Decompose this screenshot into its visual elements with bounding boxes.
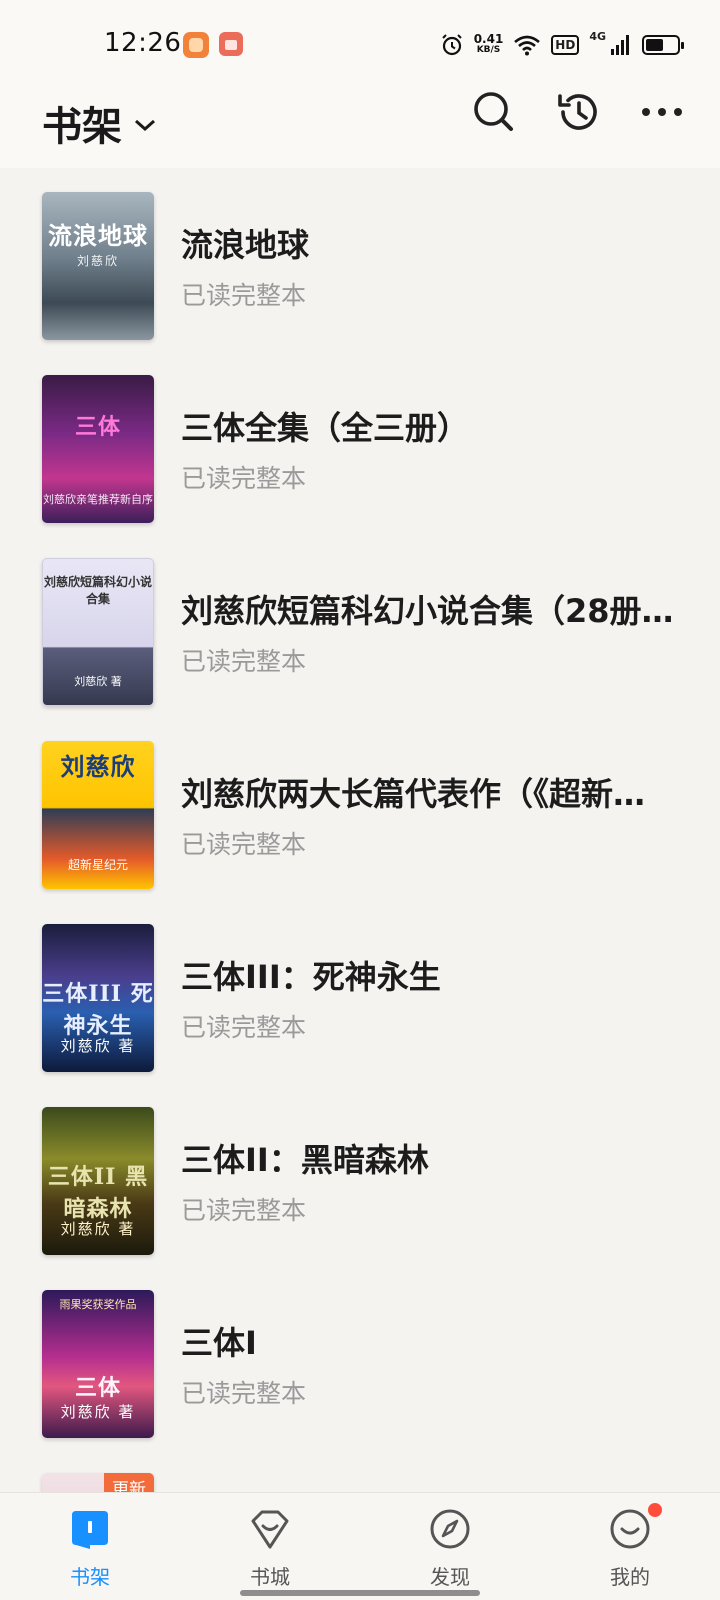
book-status: 已读完整本 [181, 647, 307, 676]
cover-author: 刘慈欣 著 [60, 1037, 136, 1055]
page-title: 书架 [42, 104, 122, 150]
status-bar: 12:26 0.41 KB/S HD 4G [0, 0, 720, 80]
tab-bookshelf[interactable]: 书架 [30, 1493, 150, 1600]
cover-author: 刘慈欣 [76, 254, 119, 268]
cover-award-text: 雨果奖获奖作品 [59, 1298, 137, 1311]
search-icon[interactable] [470, 88, 518, 136]
net-speed-value: 0.41 [473, 32, 504, 46]
book-cover: 刘慈欣 超新星纪元 [42, 741, 154, 889]
book-item[interactable]: 雨果奖获奖作品 三体 刘慈欣 著 三体I 已读完整本 [0, 1266, 720, 1449]
book-title: 三体全集（全三册） [181, 409, 470, 447]
alarm-icon [441, 34, 462, 56]
cover-author: 刘慈欣 著 [74, 675, 122, 688]
battery-icon [642, 35, 684, 55]
book-cover: 三体II 黑暗森林 刘慈欣 著 [42, 1107, 154, 1255]
more-icon[interactable] [638, 88, 686, 136]
tab-bookstore[interactable]: 书城 [210, 1493, 330, 1600]
discover-compass-icon [430, 1509, 470, 1549]
signal-icon [611, 35, 629, 55]
hd-badge: HD [551, 35, 580, 55]
book-cover: 更新 [42, 1473, 154, 1492]
cover-author: 刘慈欣亲笔推荐新自序 [43, 493, 153, 506]
book-item[interactable]: 刘慈欣短篇科幻小说合集 刘慈欣 著 刘慈欣短篇科幻小说合集（28册… 已读完整本 [0, 534, 720, 717]
cover-title: 流浪地球 [48, 221, 148, 250]
book-title: 刘慈欣短篇科幻小说合集（28册… [181, 592, 674, 630]
book-item[interactable]: 三体II 黑暗森林 刘慈欣 著 三体II：黑暗森林 已读完整本 [0, 1083, 720, 1266]
bottom-navigation: 书架 书城 发现 我的 [0, 1492, 720, 1600]
cover-title: 三体II 黑暗森林 [47, 1164, 149, 1222]
book-title: 流浪地球 [181, 226, 310, 264]
status-time: 12:26 [104, 28, 182, 58]
book-cover: 三体III 死神永生 刘慈欣 著 [42, 924, 154, 1072]
cover-author: 刘慈欣 著 [60, 1220, 136, 1238]
book-title: 三体III：死神永生 [181, 958, 441, 996]
book-item-partial[interactable]: 更新 [0, 1449, 720, 1492]
cover-title: 刘慈欣 [60, 752, 136, 781]
tab-label: 发现 [430, 1565, 470, 1589]
net-speed: 0.41 KB/S [473, 32, 504, 56]
book-cover: 雨果奖获奖作品 三体 刘慈欣 著 [42, 1290, 154, 1438]
book-item[interactable]: 流浪地球 刘慈欣 流浪地球 已读完整本 [0, 168, 720, 351]
cover-title: 三体 [74, 414, 121, 440]
notification-dot [648, 1503, 662, 1517]
book-item[interactable]: 三体III 死神永生 刘慈欣 著 三体III：死神永生 已读完整本 [0, 900, 720, 1083]
home-indicator[interactable] [240, 1590, 480, 1596]
app-header: 书架 [0, 80, 720, 168]
cover-author: 刘慈欣 著 [60, 1403, 136, 1421]
book-cover: 三体 刘慈欣亲笔推荐新自序 [42, 375, 154, 523]
tab-label: 书城 [250, 1565, 290, 1589]
book-status: 已读完整本 [181, 464, 307, 493]
cover-title: 三体 [74, 1375, 121, 1401]
bookshelf-switcher[interactable]: 书架 [42, 94, 156, 152]
tab-label: 我的 [610, 1565, 650, 1589]
book-status: 已读完整本 [181, 281, 307, 310]
book-status: 已读完整本 [181, 830, 307, 859]
cover-title: 三体III 死神永生 [42, 981, 154, 1039]
tab-discover[interactable]: 发现 [390, 1493, 510, 1600]
network-type: 4G [589, 30, 606, 43]
book-cover: 流浪地球 刘慈欣 [42, 192, 154, 340]
book-title: 三体II：黑暗森林 [181, 1141, 429, 1179]
book-title: 三体I [181, 1324, 257, 1362]
book-title: 刘慈欣两大长篇代表作（《超新… [181, 775, 646, 813]
tab-label: 书架 [70, 1565, 110, 1589]
book-status: 已读完整本 [181, 1379, 307, 1408]
battery-level [646, 39, 663, 51]
bookstore-icon [251, 1510, 289, 1549]
cover-title: 刘慈欣短篇科幻小说合集 [43, 575, 152, 606]
notification-app-icon [183, 32, 209, 58]
tab-profile[interactable]: 我的 [570, 1493, 690, 1600]
book-item[interactable]: 刘慈欣 超新星纪元 刘慈欣两大长篇代表作（《超新… 已读完整本 [0, 717, 720, 900]
net-speed-unit: KB/S [476, 45, 501, 55]
cover-author: 超新星纪元 [67, 858, 128, 872]
chevron-down-icon [135, 119, 155, 132]
book-status: 已读完整本 [181, 1196, 307, 1225]
update-badge: 更新 [104, 1473, 154, 1492]
history-icon[interactable] [554, 88, 602, 136]
bookshelf-icon [72, 1511, 108, 1549]
wifi-icon [514, 35, 541, 56]
book-cover: 刘慈欣短篇科幻小说合集 刘慈欣 著 [42, 558, 154, 706]
profile-smile-icon [610, 1509, 650, 1549]
book-status: 已读完整本 [181, 1013, 307, 1042]
status-icons: 0.41 KB/S HD 4G [440, 28, 684, 62]
bookshelf-list: 流浪地球 刘慈欣 流浪地球 已读完整本 三体 刘慈欣亲笔推荐新自序 三体全集（全… [0, 168, 720, 1492]
calendar-notification-icon [219, 32, 243, 56]
book-item[interactable]: 三体 刘慈欣亲笔推荐新自序 三体全集（全三册） 已读完整本 [0, 351, 720, 534]
